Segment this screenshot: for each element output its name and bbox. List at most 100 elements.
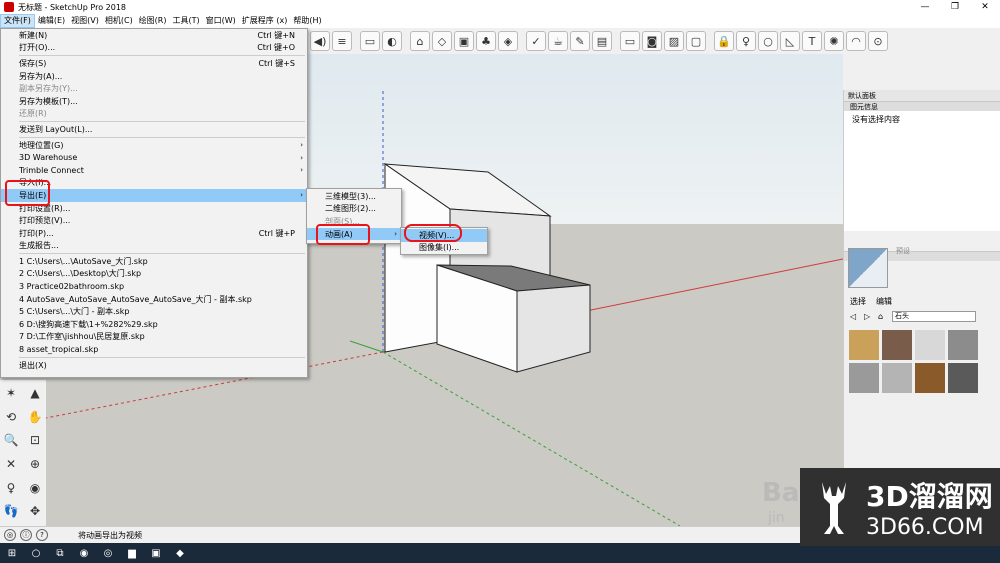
menu-item-print-preview[interactable]: 打印预览(V)... (1, 214, 307, 227)
wechat-icon[interactable]: ◎ (96, 543, 120, 563)
menu-item-open[interactable]: 打开(O)... Ctrl 键+O (1, 42, 307, 55)
credits-icon[interactable]: ⓘ (20, 529, 32, 541)
nav-forward-icon[interactable]: ▷ (864, 312, 870, 321)
recent-file[interactable]: 5 C:\Users\...\大门 - 副本.skp (1, 305, 307, 318)
material-swatch[interactable] (882, 330, 912, 360)
sun-icon[interactable]: ✺ (824, 31, 844, 51)
recent-file[interactable]: 1 C:\Users\...\AutoSave_大门.skp (1, 255, 307, 268)
recent-file[interactable]: 3 Practice02bathroom.skp (1, 280, 307, 293)
tab-edit[interactable]: 编辑 (876, 296, 892, 307)
current-material-swatch[interactable] (848, 248, 888, 288)
section-plane-icon[interactable]: ✥ (25, 501, 45, 521)
paint-icon[interactable]: ✎ (570, 31, 590, 51)
look-around-icon[interactable]: ◉ (25, 478, 45, 498)
ies-light-icon[interactable]: T (802, 31, 822, 51)
photo-icon[interactable]: ▨ (664, 31, 684, 51)
light-area-icon[interactable]: ◺ (780, 31, 800, 51)
close-button[interactable]: ✕ (970, 0, 1000, 14)
recent-file[interactable]: 7 D:\工作室\jishhou\民居复原.skp (1, 331, 307, 344)
material-swatch[interactable] (915, 330, 945, 360)
menu-tools[interactable]: 工具(T) (170, 14, 203, 28)
nav-back-icon[interactable]: ◁ (850, 312, 856, 321)
export-image-set[interactable]: 图像集(I)... (401, 242, 487, 255)
material-swatch[interactable] (849, 363, 879, 393)
material-swatch[interactable] (948, 363, 978, 393)
menu-item-exit[interactable]: 退出(X) (1, 359, 307, 372)
menu-file[interactable]: 文件(F) (0, 14, 35, 28)
browser-icon[interactable]: ◉ (72, 543, 96, 563)
menu-item-save-copy[interactable]: 副本另存为(Y)... (1, 82, 307, 95)
grass-icon[interactable]: ♣ (476, 31, 496, 51)
export-2d-graphic[interactable]: 二维图形(2)... (307, 203, 401, 216)
material-name-field[interactable]: 预设 (896, 246, 910, 256)
omni-light-icon[interactable]: ⊙ (868, 31, 888, 51)
menu-view[interactable]: 视图(V) (68, 14, 102, 28)
menu-draw[interactable]: 绘图(R) (136, 14, 170, 28)
library-select[interactable]: 石头 (892, 311, 976, 322)
recent-file[interactable]: 2 C:\Users\...\Desktop\大门.skp (1, 268, 307, 281)
menu-item-print[interactable]: 打印(P)... Ctrl 键+P (1, 227, 307, 240)
recent-file[interactable]: 6 D:\搜狗高速下载\1+%282%29.skp (1, 318, 307, 331)
folder-icon[interactable]: ▆ (120, 543, 144, 563)
teapot-icon[interactable]: ☕ (548, 31, 568, 51)
recent-file[interactable]: 8 asset_tropical.skp (1, 343, 307, 356)
menu-extensions[interactable]: 扩展程序 (x) (239, 14, 291, 28)
flip-icon[interactable]: ◈ (498, 31, 518, 51)
recent-file[interactable]: 4 AutoSave_AutoSave_AutoSave_AutoSave_大门… (1, 293, 307, 306)
sketchup-taskbar-icon[interactable]: ◆ (168, 543, 192, 563)
menu-camera[interactable]: 相机(C) (102, 14, 136, 28)
zoom-icon[interactable]: 🔍 (1, 430, 21, 450)
image-icon[interactable]: ▤ (592, 31, 612, 51)
menu-help[interactable]: 帮助(H) (290, 14, 324, 28)
axes-icon[interactable]: ✶ (1, 383, 21, 403)
dome-icon[interactable]: ◠ (846, 31, 866, 51)
search-icon[interactable]: ○ (24, 543, 48, 563)
maximize-button[interactable]: ❐ (940, 0, 970, 14)
menu-item-send-layout[interactable]: 发送到 LayOut(L)... (1, 123, 307, 136)
sound-icon[interactable]: ◀) (310, 31, 330, 51)
lock-icon[interactable]: 🔒 (714, 31, 734, 51)
orbit-icon[interactable]: ⟲ (1, 407, 21, 427)
material-swatch[interactable] (882, 363, 912, 393)
help-icon[interactable]: ? (36, 529, 48, 541)
previous-view-icon[interactable]: ⊕ (25, 454, 45, 474)
material-swatch[interactable] (948, 330, 978, 360)
box-icon[interactable]: ▣ (454, 31, 474, 51)
tab-select[interactable]: 选择 (850, 296, 866, 307)
frame-icon[interactable]: ▢ (686, 31, 706, 51)
menu-item-trimble-connect[interactable]: Trimble Connect › (1, 164, 307, 177)
export-3d-model[interactable]: 三维模型(3)... (307, 190, 401, 203)
cube-icon[interactable]: ◇ (432, 31, 452, 51)
settings-sliders-icon[interactable]: ≡ (332, 31, 352, 51)
material-swatch[interactable] (849, 330, 879, 360)
menu-item-save-template[interactable]: 另存为模板(T)... (1, 95, 307, 108)
paint-bucket-icon[interactable]: ▲ (25, 383, 45, 403)
terrain-icon[interactable]: ⌂ (410, 31, 430, 51)
entity-info-header[interactable]: 图元信息 (844, 101, 1000, 111)
message-icon[interactable]: ▭ (360, 31, 380, 51)
pan-icon[interactable]: ✋ (25, 407, 45, 427)
home-icon[interactable]: ⌂ (878, 312, 883, 321)
light-spot-icon[interactable]: ♀ (736, 31, 756, 51)
menu-edit[interactable]: 编辑(E) (35, 14, 68, 28)
zoom-window-icon[interactable]: ⊡ (25, 430, 45, 450)
menu-item-revert[interactable]: 还原(R) (1, 108, 307, 121)
camera-icon[interactable]: ◙ (642, 31, 662, 51)
walk-icon[interactable]: 👣 (1, 501, 21, 521)
material-swatch[interactable] (915, 363, 945, 393)
task-view-icon[interactable]: ⧉ (48, 543, 72, 563)
geo-location-icon[interactable]: ◎ (4, 529, 16, 541)
lamp-icon[interactable]: ◐ (382, 31, 402, 51)
menu-item-generate-report[interactable]: 生成报告... (1, 240, 307, 253)
windows-start-icon[interactable]: ⊞ (0, 543, 24, 563)
screenshot-icon[interactable]: ▣ (144, 543, 168, 563)
menu-window[interactable]: 窗口(W) (203, 14, 239, 28)
menu-item-new[interactable]: 新建(N) Ctrl 键+N (1, 29, 307, 42)
menu-item-save[interactable]: 保存(S) Ctrl 键+S (1, 57, 307, 70)
check-circle-icon[interactable]: ✓ (526, 31, 546, 51)
zoom-extents-icon[interactable]: ✕ (1, 454, 21, 474)
window-icon[interactable]: ▭ (620, 31, 640, 51)
menu-item-3d-warehouse[interactable]: 3D Warehouse › (1, 151, 307, 164)
minimize-button[interactable]: — (910, 0, 940, 14)
position-camera-icon[interactable]: ♀ (1, 478, 21, 498)
